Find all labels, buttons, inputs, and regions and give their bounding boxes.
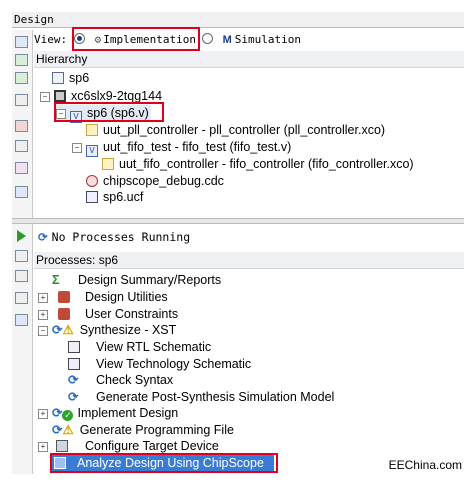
tools-icon — [58, 291, 70, 303]
ip-core-icon — [102, 158, 114, 170]
collapse-icon[interactable]: − — [40, 92, 50, 102]
schematic-icon — [68, 358, 80, 370]
watermark: EEChina.com — [388, 458, 462, 472]
chipscope-highlight — [50, 453, 278, 473]
process-check-syntax[interactable]: ⟳ Check Syntax — [68, 372, 173, 388]
view-panel-icon[interactable] — [15, 314, 28, 326]
process-view-rtl[interactable]: View RTL Schematic — [68, 339, 211, 355]
remove-source-icon[interactable] — [15, 120, 28, 132]
source-properties-icon[interactable] — [15, 140, 28, 152]
rerun-icon[interactable] — [15, 250, 28, 262]
hierarchy-toolbar — [12, 30, 33, 218]
panel-splitter[interactable] — [12, 218, 464, 224]
tree-item-fifo-controller[interactable]: uut_fifo_controller - fifo_controller (f… — [102, 156, 414, 172]
implementation-highlight — [72, 27, 200, 51]
simulation-icon: M — [222, 34, 232, 46]
new-source-icon[interactable] — [15, 36, 28, 48]
process-user-constraints[interactable]: + User Constraints — [38, 306, 178, 322]
process-implement-design[interactable]: + ⟳ ✓ Implement Design — [38, 405, 178, 421]
expand-icon[interactable]: + — [38, 442, 48, 452]
top-module-highlight — [54, 102, 164, 122]
tree-item-chipscope-cdc[interactable]: chipscope_debug.cdc — [86, 173, 224, 189]
refresh-icon: ⟳ — [68, 373, 79, 387]
simulation-radio[interactable] — [202, 33, 213, 44]
process-synthesize[interactable]: − ⟳⚠ Synthesize - XST — [38, 322, 176, 338]
collapse-icon[interactable]: − — [72, 143, 82, 153]
add-source-icon[interactable] — [15, 54, 28, 66]
process-toolbar — [12, 224, 33, 474]
hierarchy-expand-icon[interactable] — [15, 94, 28, 106]
success-icon: ✓ — [62, 410, 74, 421]
process-design-utilities[interactable]: + Design Utilities — [38, 289, 168, 305]
process-post-synth-sim[interactable]: ⟳ Generate Post-Synthesis Simulation Mode… — [68, 389, 334, 405]
schematic-icon — [68, 341, 80, 353]
chipscope-icon — [86, 175, 98, 187]
expand-icon[interactable]: + — [38, 409, 48, 419]
process-configure-device[interactable]: + Configure Target Device — [38, 438, 219, 454]
sigma-icon: Σ — [52, 273, 60, 287]
refresh-icon: ⟳ — [52, 406, 63, 420]
tree-item-project[interactable]: sp6 — [52, 70, 89, 86]
refresh-icon: ⟳ — [38, 230, 48, 244]
tree-item-pll[interactable]: uut_pll_controller - pll_controller (pll… — [86, 122, 385, 138]
refresh-icon: ⟳ — [68, 390, 79, 404]
process-generate-programming[interactable]: ⟳⚠ Generate Programming File — [52, 422, 234, 438]
device-icon — [56, 440, 68, 452]
simulation-option[interactable]: M Simulation — [202, 30, 301, 50]
view-label: View: — [34, 33, 68, 46]
processes-title: Processes: sp6 — [34, 252, 464, 269]
chip-icon — [54, 90, 66, 102]
refresh-icon: ⟳ — [52, 323, 63, 337]
expand-icon[interactable]: + — [38, 293, 48, 303]
view-panel-icon[interactable] — [15, 186, 28, 198]
rerun-all-icon[interactable] — [15, 270, 28, 282]
add-copy-source-icon[interactable] — [15, 72, 28, 84]
ip-core-icon — [86, 124, 98, 136]
tree-item-ucf[interactable]: sp6.ucf — [86, 189, 143, 205]
stop-icon[interactable] — [15, 292, 28, 304]
warning-icon: ⚠ — [62, 323, 74, 337]
design-panel-title: Design — [12, 12, 464, 28]
expand-icon[interactable]: + — [38, 310, 48, 320]
constraints-icon — [86, 191, 98, 203]
project-icon — [52, 72, 64, 84]
run-icon[interactable] — [17, 230, 26, 242]
process-view-tech[interactable]: View Technology Schematic — [68, 356, 251, 372]
open-file-icon[interactable] — [15, 162, 28, 174]
collapse-icon[interactable]: − — [38, 326, 48, 336]
tree-item-fifo-test[interactable]: − Vuut_fifo_test - fifo_test (fifo_test.v… — [72, 139, 291, 157]
warning-icon: ⚠ — [62, 423, 74, 437]
tools-icon — [58, 308, 70, 320]
refresh-icon: ⟳ — [52, 423, 63, 437]
process-design-summary[interactable]: Σ Design Summary/Reports — [52, 272, 221, 288]
verilog-file-icon: V — [86, 145, 98, 157]
hierarchy-title: Hierarchy — [34, 51, 464, 68]
process-status: ⟳ No Processes Running — [38, 230, 191, 244]
